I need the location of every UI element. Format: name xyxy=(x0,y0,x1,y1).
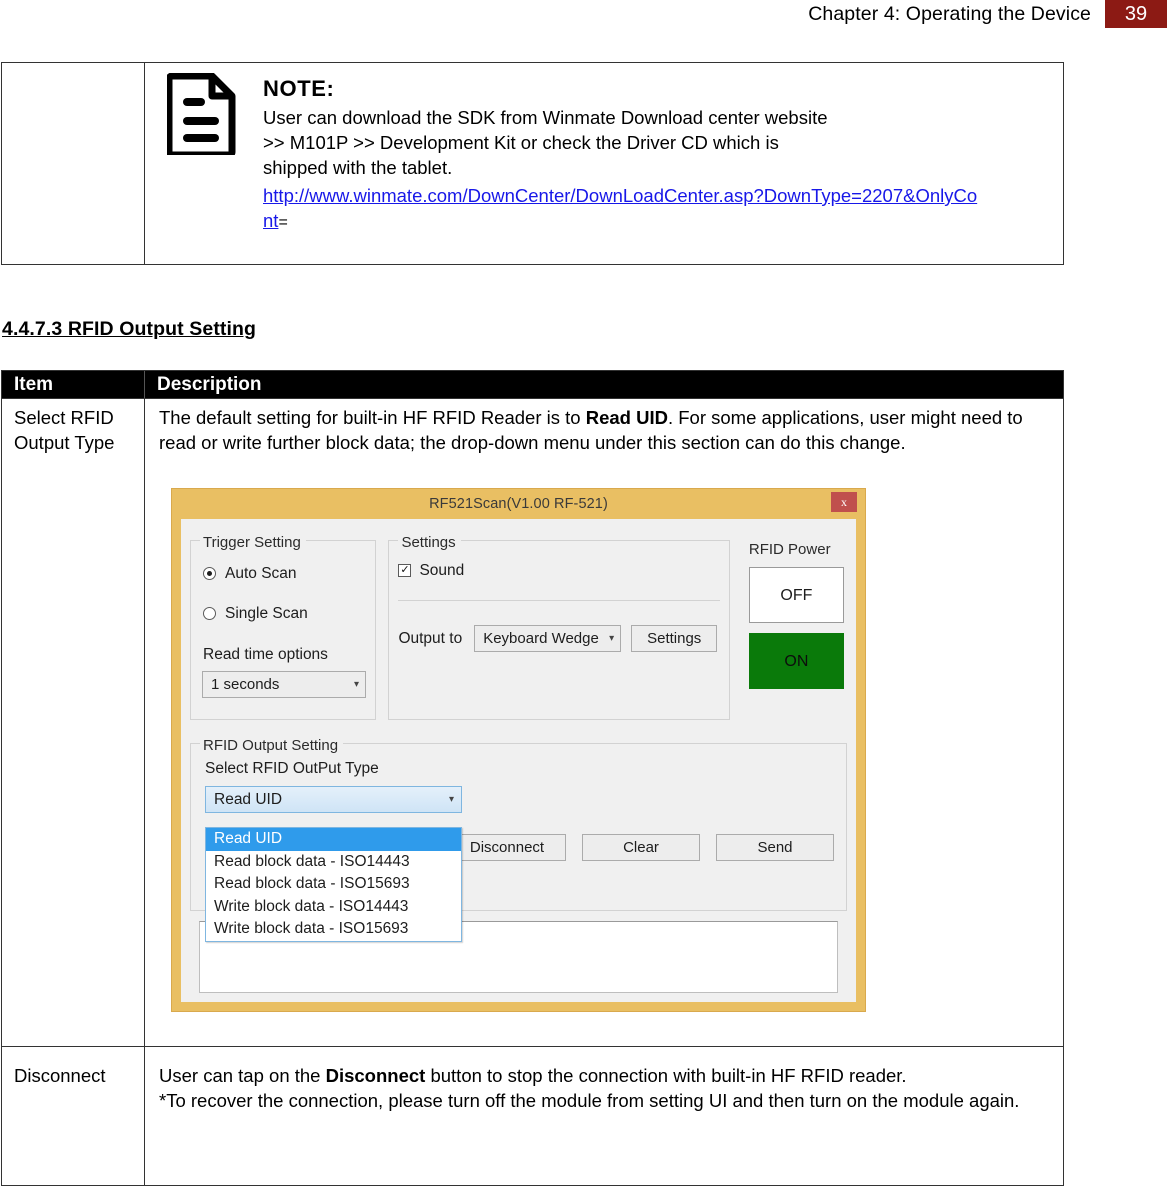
output-to-value: Keyboard Wedge xyxy=(483,630,599,647)
row-item-label: Select RFID Output Type xyxy=(2,399,145,1046)
read-time-options-select[interactable]: 1 seconds ▾ xyxy=(202,671,366,698)
note-url-line-2[interactable]: nt xyxy=(263,210,278,231)
select-rfid-output-type-label: Select RFID OutPut Type xyxy=(205,760,379,777)
note-text-line-1: User can download the SDK from Winmate D… xyxy=(263,107,828,128)
chevron-down-icon: ▾ xyxy=(448,794,454,805)
note-table: NOTE: User can download the SDK from Win… xyxy=(1,62,1064,265)
dropdown-option[interactable]: Write block data - ISO14443 xyxy=(206,896,461,919)
settings-button[interactable]: Settings xyxy=(631,625,718,652)
send-button[interactable]: Send xyxy=(716,834,834,861)
settings-group: Settings ✓ Sound Output to Keyboard Wedg… xyxy=(388,530,730,720)
rfid-power-off-button[interactable]: OFF xyxy=(748,567,844,623)
row2-desc-bold: Disconnect xyxy=(325,1065,426,1086)
sound-checkbox[interactable]: ✓ xyxy=(398,564,412,577)
note-body: NOTE: User can download the SDK from Win… xyxy=(263,71,1063,180)
page-running-header: Chapter 4: Operating the Device 39 xyxy=(0,0,1167,28)
window-title: RF521Scan(V1.00 RF-521) xyxy=(429,495,608,512)
note-url-block[interactable]: http://www.winmate.com/DownCenter/DownLo… xyxy=(263,183,1167,233)
row1-desc-before: The default setting for built-in HF RFID… xyxy=(159,407,586,428)
read-time-options-value: 1 seconds xyxy=(211,676,280,693)
rf521scan-window: RF521Scan(V1.00 RF-521) x Trigger Settin… xyxy=(171,488,866,1012)
dropdown-option[interactable]: Read UID xyxy=(206,828,461,851)
radio-single-scan-label: Single Scan xyxy=(225,605,308,622)
dropdown-option[interactable]: Write block data - ISO15693 xyxy=(206,918,461,941)
column-header-item: Item xyxy=(2,371,145,398)
window-client-area: Trigger Setting Auto Scan Single Scan Re… xyxy=(181,519,856,1002)
clear-button[interactable]: Clear xyxy=(582,834,700,861)
radio-single-scan[interactable]: Single Scan xyxy=(203,601,375,626)
disconnect-button[interactable]: Disconnect xyxy=(448,834,566,861)
select-rfid-output-type-select[interactable]: Read UID ▾ xyxy=(205,786,462,813)
note-table-right-cell: NOTE: User can download the SDK from Win… xyxy=(145,63,1063,264)
row-description: User can tap on the Disconnect button to… xyxy=(145,1047,1063,1185)
radio-auto-scan-indicator[interactable] xyxy=(203,567,216,580)
rfid-power-title: RFID Power xyxy=(748,541,831,558)
note-text-line-3: shipped with the tablet. xyxy=(263,157,453,178)
close-icon[interactable]: x xyxy=(831,492,857,512)
note-url-suffix: = xyxy=(278,214,288,231)
row1-desc-bold: Read UID xyxy=(585,407,668,428)
output-to-select[interactable]: Keyboard Wedge ▾ xyxy=(474,625,622,652)
section-heading: 4.4.7.3 RFID Output Setting xyxy=(2,318,257,340)
dropdown-option[interactable]: Read block data - ISO14443 xyxy=(206,851,461,874)
note-label: NOTE: xyxy=(263,76,335,101)
radio-auto-scan[interactable]: Auto Scan xyxy=(203,561,375,586)
row2-desc-before: User can tap on the xyxy=(159,1065,326,1086)
sound-checkbox-label: Sound xyxy=(419,562,465,579)
settings-divider xyxy=(398,600,720,601)
note-url-line-1[interactable]: http://www.winmate.com/DownCenter/DownLo… xyxy=(263,183,1167,208)
page-header-title: Chapter 4: Operating the Device xyxy=(808,3,1091,25)
rfid-output-setting-table: Item Description Select RFID Output Type… xyxy=(1,370,1064,1186)
trigger-setting-group: Trigger Setting Auto Scan Single Scan Re… xyxy=(190,530,377,720)
trigger-setting-legend: Trigger Setting xyxy=(200,530,306,555)
row-description: The default setting for built-in HF RFID… xyxy=(145,399,1063,1046)
rfid-output-setting-legend: RFID Output Setting xyxy=(200,733,344,758)
select-rfid-output-type-value: Read UID xyxy=(214,791,283,808)
top-panels-row: Trigger Setting Auto Scan Single Scan Re… xyxy=(190,529,847,720)
dropdown-option[interactable]: Read block data - ISO15693 xyxy=(206,873,461,896)
window-titlebar: RF521Scan(V1.00 RF-521) x xyxy=(172,489,865,519)
radio-single-scan-indicator[interactable] xyxy=(203,607,216,620)
settings-legend: Settings xyxy=(398,530,461,555)
rfid-output-type-dropdown-list[interactable]: Read UID Read block data - ISO14443 Read… xyxy=(205,827,462,942)
chevron-down-icon: ▾ xyxy=(353,679,359,690)
output-to-row: Output to Keyboard Wedge ▾ Settings xyxy=(398,625,728,652)
table-row: Select RFID Output Type The default sett… xyxy=(2,398,1063,1046)
chevron-down-icon: ▾ xyxy=(609,633,615,644)
rfid-output-setting-group: RFID Output Setting Select RFID OutPut T… xyxy=(190,733,847,942)
output-to-label: Output to xyxy=(398,630,463,647)
rfid-power-block: RFID Power OFF ON xyxy=(748,537,847,689)
radio-auto-scan-label: Auto Scan xyxy=(225,565,297,582)
note-table-left-cell xyxy=(2,63,145,264)
note-text-line-2: >> M101P >> Development Kit or check the… xyxy=(263,132,779,153)
read-time-options-label: Read time options xyxy=(203,646,328,663)
row-item-label: Disconnect xyxy=(2,1047,145,1185)
action-buttons-row: Disconnect Clear Send xyxy=(448,834,834,861)
table-row: Disconnect User can tap on the Disconnec… xyxy=(2,1046,1063,1185)
page-number-badge: 39 xyxy=(1105,0,1167,28)
row2-desc-after: button to stop the connection with built… xyxy=(425,1065,907,1086)
row2-desc-line2: *To recover the connection, please turn … xyxy=(159,1090,1020,1111)
table-header-row: Item Description xyxy=(2,371,1063,398)
document-note-icon xyxy=(165,72,237,159)
rfid-power-on-button[interactable]: ON xyxy=(748,633,844,689)
column-header-description: Description xyxy=(157,374,262,395)
sound-checkbox-row[interactable]: ✓ Sound xyxy=(398,558,728,583)
